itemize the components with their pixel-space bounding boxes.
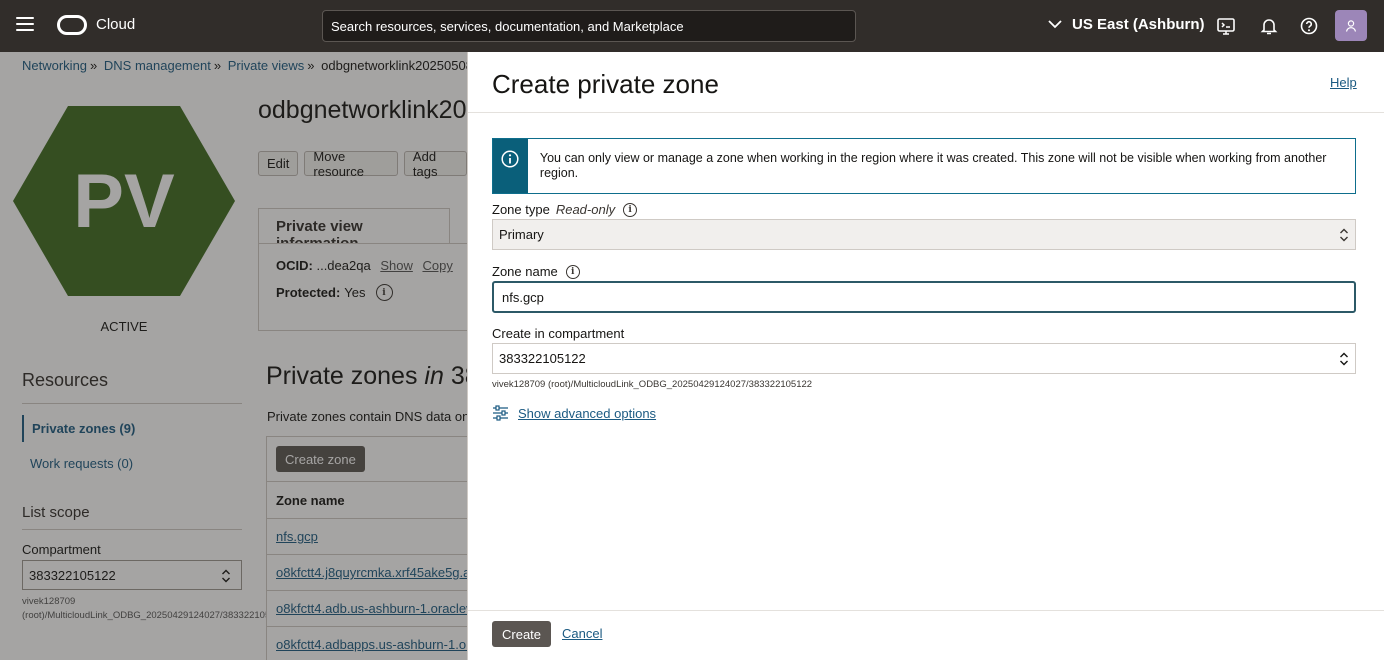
menu-icon[interactable] <box>16 17 34 31</box>
zone-name-input[interactable] <box>492 281 1356 313</box>
notice-bar <box>493 139 528 193</box>
cancel-link[interactable]: Cancel <box>562 626 602 641</box>
read-only-hint: Read-only <box>555 202 616 217</box>
info-notice: You can only view or manage a zone when … <box>492 138 1356 194</box>
oracle-logo-icon[interactable] <box>57 15 87 35</box>
modal-overlay[interactable] <box>0 52 467 660</box>
panel-title: Create private zone <box>492 69 719 99</box>
zone-type-label-text: Zone type <box>492 202 550 217</box>
info-icon[interactable]: i <box>565 264 580 279</box>
user-icon <box>1345 19 1357 32</box>
top-bar: Cloud US East (Ashburn) <box>0 0 1384 52</box>
help-icon[interactable] <box>1299 16 1319 36</box>
show-advanced-options-link[interactable]: Show advanced options <box>492 405 656 421</box>
brand-name[interactable]: Cloud <box>96 16 135 33</box>
help-link[interactable]: Help <box>1330 75 1357 90</box>
profile-button[interactable] <box>1335 10 1367 41</box>
create-button[interactable]: Create <box>492 621 552 647</box>
zone-name-label-text: Zone name <box>492 264 558 279</box>
cloud-shell-icon[interactable] <box>1216 16 1236 36</box>
compartment-label: Create in compartment <box>492 326 625 341</box>
info-icon <box>501 150 520 168</box>
zone-type-label: Zone type Read-only i <box>492 202 638 217</box>
search-input[interactable] <box>322 10 856 42</box>
zone-type-value: Primary <box>499 227 544 242</box>
notice-text: You can only view or manage a zone when … <box>539 151 1327 180</box>
region-label: US East (Ashburn) <box>1072 16 1205 33</box>
compartment-select[interactable]: 383322105122 <box>492 343 1356 374</box>
advanced-options-label: Show advanced options <box>518 405 657 421</box>
zone-type-select[interactable]: Primary <box>492 219 1356 250</box>
create-private-zone-panel: Create private zone Help You can only vi… <box>467 52 1384 660</box>
zone-name-label: Zone name i <box>492 264 580 279</box>
compartment-value: 383322105122 <box>499 351 586 366</box>
sliders-icon <box>493 405 508 421</box>
select-arrows-icon <box>1340 352 1348 365</box>
info-icon[interactable]: i <box>623 202 638 217</box>
panel-footer: Create Cancel <box>468 610 1384 660</box>
region-selector[interactable]: US East (Ashburn) <box>1048 16 1205 33</box>
bell-icon[interactable] <box>1259 16 1279 36</box>
divider <box>468 112 1384 113</box>
compartment-path: vivek128709 (root)/MulticloudLink_ODBG_2… <box>492 379 813 390</box>
chevron-down-icon <box>1048 20 1062 29</box>
select-arrows-icon <box>1340 228 1348 241</box>
